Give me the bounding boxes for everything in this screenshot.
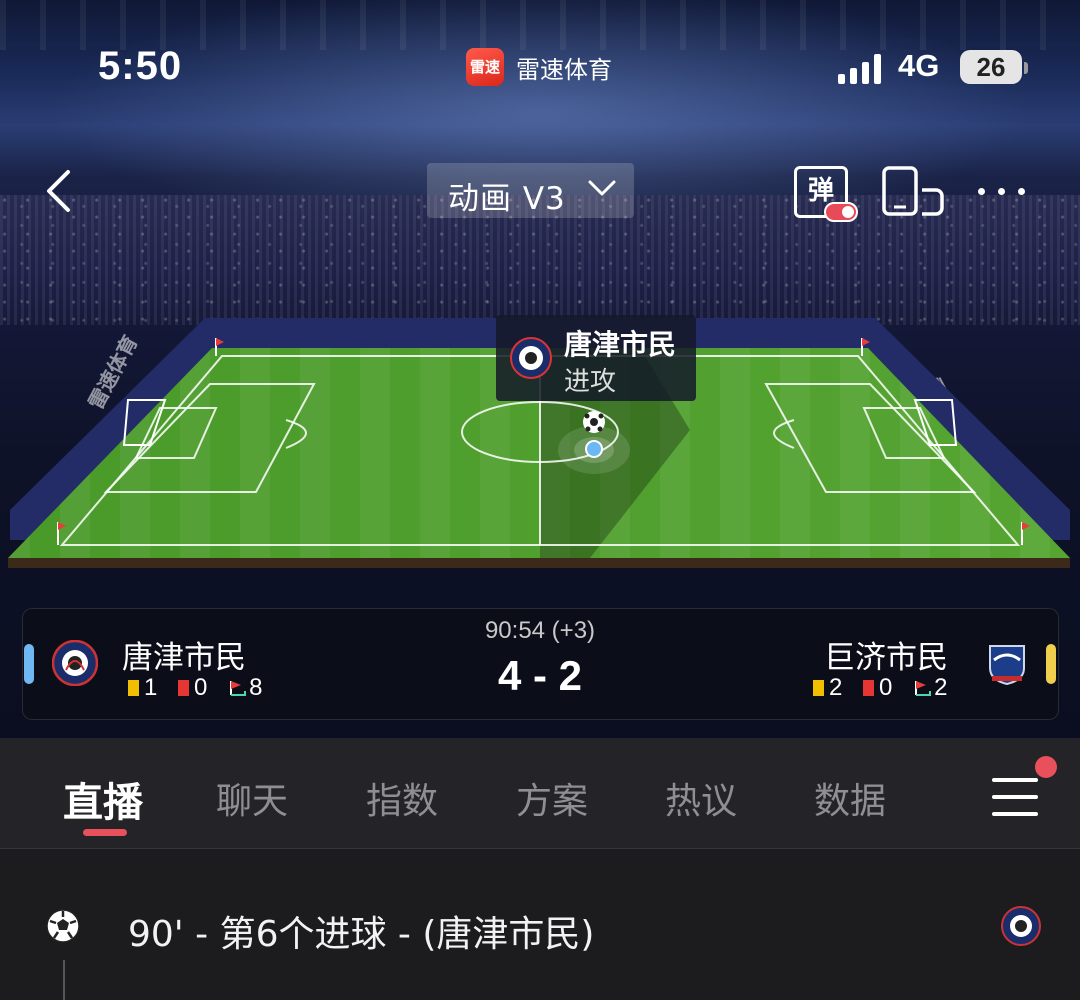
animation-mode-selector[interactable]: 动画 V3: [427, 163, 634, 218]
more-options-button[interactable]: [972, 170, 1032, 210]
away-team-stats: 2 0 2: [813, 673, 947, 702]
battery-icon: 26: [960, 50, 1022, 84]
yellow-card-icon: [128, 679, 139, 696]
away-red-cards: 0: [879, 673, 893, 701]
away-color-indicator: [1046, 644, 1056, 684]
notification-dot: [1035, 756, 1057, 778]
screen-rotate-button[interactable]: [878, 164, 948, 220]
timeline-connector: [63, 960, 65, 1000]
tab-live[interactable]: 直播: [63, 770, 143, 828]
home-yellow-cards: 1: [144, 673, 158, 701]
tab-chat[interactable]: 聊天: [216, 772, 288, 824]
corner-flag-icon: [230, 680, 247, 696]
home-corners: 8: [249, 673, 263, 701]
team-crest-icon: [1001, 906, 1041, 946]
popup-action: 进攻: [564, 367, 617, 397]
more-icon: [978, 188, 985, 195]
away-team-crest-icon: [989, 645, 1025, 686]
away-corners: 2: [934, 673, 948, 701]
chevron-left-icon: [47, 170, 70, 212]
toggle-switch-icon: [824, 202, 858, 222]
event-popup: 唐津市民 进攻: [496, 315, 696, 401]
home-team-crest-icon: [52, 640, 98, 686]
tab-odds[interactable]: 指数: [366, 772, 438, 824]
corner-flag-icon: [915, 680, 932, 696]
tab-discussion[interactable]: 热议: [665, 772, 737, 824]
tab-bar: 直播 聊天 指数 方案 热议 数据: [0, 738, 1080, 849]
status-time: 5:50: [98, 44, 183, 88]
yellow-card-icon: [813, 679, 824, 696]
match-animation-view: 5:50 雷速 雷速体育 4G 26 动画 V3 弹 雷速体育 雷速体育 雷速体…: [0, 0, 1080, 738]
network-type: 4G: [898, 48, 940, 83]
red-card-icon: [863, 679, 875, 696]
tab-plans[interactable]: 方案: [516, 772, 588, 824]
back-button[interactable]: [40, 168, 80, 214]
home-color-indicator: [24, 644, 34, 684]
phone-rotate-icon: [882, 166, 944, 216]
app-name: 雷速体育: [516, 56, 612, 84]
menu-button[interactable]: [992, 776, 1042, 818]
event-item-text: 90' - 第6个进球 - (唐津市民): [128, 914, 595, 955]
away-yellow-cards: 2: [829, 673, 843, 701]
red-card-icon: [178, 679, 190, 696]
chevron-down-icon: [588, 180, 616, 196]
tab-data[interactable]: 数据: [814, 772, 886, 824]
animation-mode-label: 动画 V3: [448, 181, 566, 217]
team-crest-icon: [510, 337, 552, 379]
home-team-stats: 1 0 8: [128, 673, 262, 702]
home-red-cards: 0: [194, 673, 208, 701]
away-team-name: 巨济市民: [824, 640, 948, 676]
app-logo-icon: 雷速: [466, 48, 504, 86]
signal-icon: [838, 54, 886, 84]
popup-team-name: 唐津市民: [564, 328, 677, 361]
danmu-toggle-button[interactable]: 弹: [794, 166, 858, 222]
match-clock: 90:54 (+3): [484, 617, 596, 644]
live-event-feed: 90' - 第6个进球 - (唐津市民): [0, 849, 1080, 1000]
status-bar: 5:50 雷速 雷速体育 4G 26: [0, 30, 1080, 106]
match-score: 4 - 2: [497, 652, 583, 699]
hamburger-icon: [992, 778, 1038, 782]
battery-tip: [1024, 62, 1028, 74]
active-tab-indicator: [83, 829, 127, 836]
soccer-ball-icon: [46, 909, 80, 943]
home-team-name: 唐津市民: [122, 640, 246, 676]
